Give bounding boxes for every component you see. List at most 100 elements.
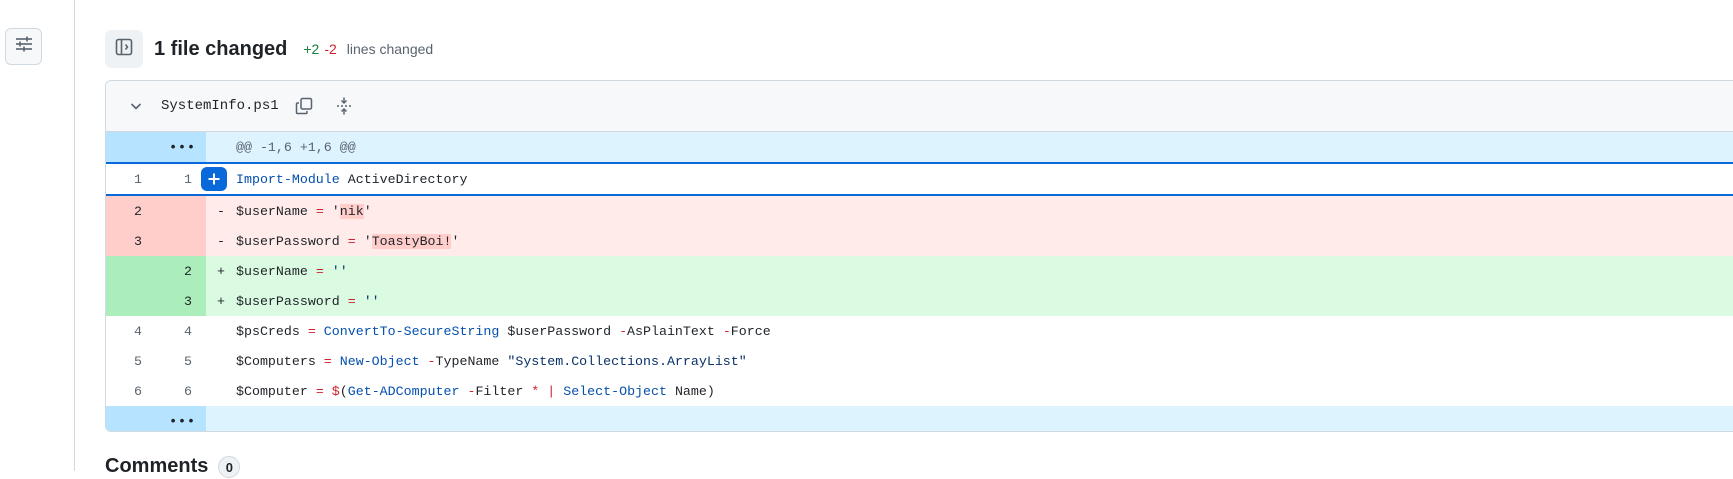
chevron-down-icon[interactable] bbox=[128, 97, 146, 115]
code-token: $Computer bbox=[236, 383, 316, 399]
deleted-line-row: 3 - $userPassword = 'ToastyBoi!' bbox=[106, 226, 1733, 256]
comments-title: Comments bbox=[105, 455, 209, 477]
code-token: Import-Module bbox=[236, 171, 340, 187]
code-token: $psCreds bbox=[236, 323, 308, 339]
old-line-number[interactable] bbox=[106, 286, 156, 316]
file-diff: SystemInfo.ps1 ••• @@ -1,6 +1,6 @@ 1 1 Imp… bbox=[105, 80, 1733, 432]
code-token: ' bbox=[451, 233, 460, 249]
code-token: - bbox=[722, 323, 731, 339]
code-line: $Computer = $(Get-ADComputer -Filter * |… bbox=[206, 376, 1733, 406]
code-token: = bbox=[347, 293, 356, 309]
deletions-count: -2 bbox=[324, 41, 337, 57]
comments-heading: Comments 0 bbox=[105, 455, 241, 478]
code-line: $psCreds = ConvertTo-SecureString $userP… bbox=[206, 316, 1733, 346]
code-token: ConvertTo-SecureString bbox=[315, 323, 500, 339]
hunk-header-row: ••• @@ -1,6 +1,6 @@ bbox=[106, 132, 1733, 163]
code-line: Import-Module ActiveDirectory bbox=[201, 162, 1733, 196]
deleted-line-row: 2 - $userName = 'nik' bbox=[106, 195, 1733, 226]
code-token: = bbox=[315, 263, 324, 279]
old-line-number[interactable]: 6 bbox=[106, 376, 156, 406]
new-line-number[interactable]: 2 bbox=[156, 256, 207, 286]
code-line: $Computers = New-Object -TypeName "Syste… bbox=[206, 346, 1733, 376]
code-token: '' bbox=[355, 293, 380, 309]
unfold-icon[interactable] bbox=[333, 95, 355, 117]
code-token: = bbox=[323, 353, 332, 369]
code-token: * | bbox=[531, 383, 556, 399]
context-line-row: 1 1 Import-Module ActiveDirectory bbox=[106, 162, 1733, 196]
code-token: Select-Object bbox=[555, 383, 667, 399]
code-token: ToastyBoi! bbox=[371, 233, 452, 249]
hunk-footer-row: ••• bbox=[106, 406, 1733, 431]
code-token: Name) bbox=[666, 383, 715, 399]
expand-down-button[interactable]: ••• bbox=[106, 406, 207, 431]
code-token: - bbox=[619, 323, 628, 339]
diff-marker: - bbox=[217, 203, 225, 219]
old-line-number[interactable]: 4 bbox=[106, 316, 156, 346]
code-token: AsPlainText bbox=[627, 323, 723, 339]
diff-marker: + bbox=[217, 263, 225, 279]
code-token: Get-ADComputer bbox=[347, 383, 460, 399]
code-line: + $userName = '' bbox=[206, 256, 1733, 286]
code-token: ActiveDirectory bbox=[339, 171, 468, 187]
additions-count: +2 bbox=[303, 41, 320, 57]
code-token: Force bbox=[730, 323, 771, 339]
old-line-number[interactable]: 1 bbox=[106, 162, 156, 196]
code-token: = bbox=[315, 203, 324, 219]
settings-button[interactable] bbox=[5, 28, 42, 65]
code-token: $userName bbox=[236, 263, 316, 279]
new-line-number[interactable]: 4 bbox=[156, 316, 206, 346]
code-token: ' bbox=[355, 233, 372, 249]
new-line-number[interactable]: 6 bbox=[156, 376, 206, 406]
code-token: $userPassword bbox=[499, 323, 620, 339]
code-token: ( bbox=[339, 383, 348, 399]
new-line-number[interactable]: 5 bbox=[156, 346, 206, 376]
code-token: - bbox=[427, 353, 436, 369]
new-line-number[interactable]: 3 bbox=[156, 286, 207, 316]
plus-icon bbox=[208, 173, 220, 185]
code-token: ' bbox=[363, 203, 372, 219]
code-token: ' bbox=[323, 203, 340, 219]
context-line-row: 5 5 $Computers = New-Object -TypeName "Sys… bbox=[106, 346, 1733, 376]
old-line-number[interactable]: 5 bbox=[106, 346, 156, 376]
copy-icon[interactable] bbox=[293, 95, 315, 117]
code-token: $userPassword bbox=[236, 233, 348, 249]
sliders-icon bbox=[14, 34, 34, 59]
comments-count: 0 bbox=[218, 455, 241, 478]
old-line-number[interactable]: 2 bbox=[106, 195, 156, 226]
diff-table: ••• @@ -1,6 +1,6 @@ 1 1 Import-Module Acti… bbox=[106, 132, 1733, 431]
code-token: Filter bbox=[475, 383, 532, 399]
code-token: "System.Collections.ArrayList" bbox=[507, 353, 747, 369]
context-line-row: 4 4 $psCreds = ConvertTo-SecureString $use… bbox=[106, 316, 1733, 346]
file-name[interactable]: SystemInfo.ps1 bbox=[161, 98, 279, 114]
diff-marker: - bbox=[217, 233, 225, 249]
code-token: '' bbox=[323, 263, 348, 279]
code-line: + $userPassword = '' bbox=[206, 286, 1733, 316]
files-changed-title: 1 file changed bbox=[154, 37, 288, 60]
diff-marker: + bbox=[217, 293, 225, 309]
added-line-row: 3 + $userPassword = '' bbox=[106, 286, 1733, 316]
new-line-number[interactable] bbox=[156, 195, 207, 226]
code-token: $userPassword bbox=[236, 293, 348, 309]
code-token: $Computers bbox=[236, 353, 324, 369]
expand-up-button[interactable]: ••• bbox=[106, 132, 207, 163]
code-token: New-Object bbox=[331, 353, 420, 369]
file-header: SystemInfo.ps1 bbox=[106, 81, 1733, 132]
new-line-number[interactable]: 1 bbox=[156, 162, 207, 196]
toggle-file-tree-button[interactable] bbox=[105, 30, 143, 68]
code-token: = $ bbox=[315, 383, 340, 399]
expand-dots: ••• bbox=[169, 139, 197, 155]
add-comment-button[interactable] bbox=[201, 167, 228, 191]
code-line: - $userPassword = 'ToastyBoi!' bbox=[206, 226, 1733, 256]
context-line-row: 6 6 $Computer = $(Get-ADComputer -Filter *… bbox=[106, 376, 1733, 406]
lines-changed-label: lines changed bbox=[346, 41, 434, 57]
hunk-header: @@ -1,6 +1,6 @@ bbox=[236, 139, 356, 155]
old-line-number[interactable]: 3 bbox=[106, 226, 156, 256]
code-token: nik bbox=[339, 203, 364, 219]
code-token: = bbox=[307, 323, 316, 339]
diff-summary: 1 file changed +2 -2 lines changed bbox=[105, 30, 433, 68]
old-line-number[interactable] bbox=[106, 256, 156, 286]
expand-dots: ••• bbox=[169, 413, 197, 429]
new-line-number[interactable] bbox=[156, 226, 207, 256]
code-token: TypeName bbox=[435, 353, 508, 369]
